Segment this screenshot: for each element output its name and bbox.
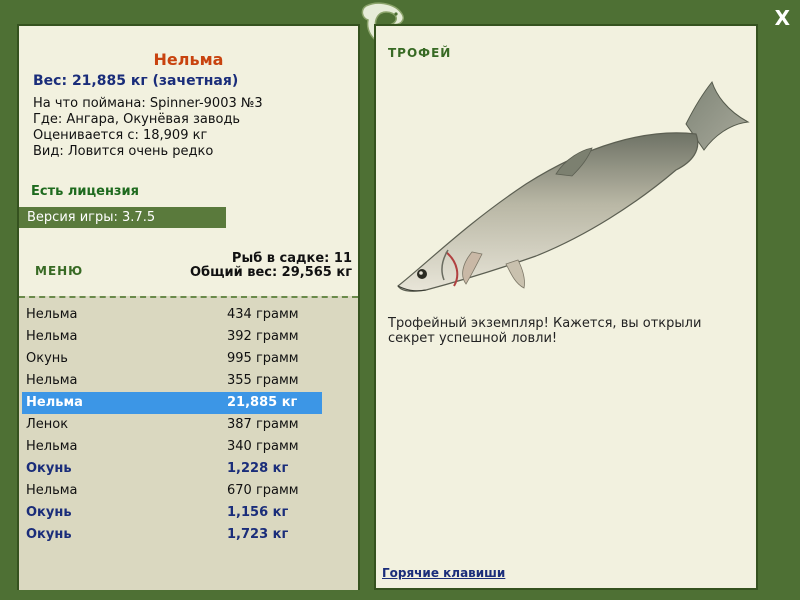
catch-fish-name: Окунь: [26, 505, 72, 520]
catch-fish-weight: 355 грамм: [227, 373, 299, 388]
fish-info-panel: Нельма Вес: 21,885 кг (зачетная) На что …: [17, 24, 360, 590]
catch-fish-weight: 1,723 кг: [227, 527, 289, 542]
catch-fish-name: Окунь: [26, 527, 72, 542]
trophy-description: Трофейный экземпляр! Кажется, вы открыли…: [388, 316, 702, 346]
catch-fish-weight: 434 грамм: [227, 307, 299, 322]
hotkeys-link[interactable]: Горячие клавиши: [382, 566, 505, 580]
game-version-bar: Версия игры: 3.7.5: [19, 207, 226, 228]
catch-fish-weight: 1,228 кг: [227, 461, 289, 476]
catch-fish-name: Нельма: [26, 307, 78, 322]
rarity-text: Вид: Ловится очень редко: [33, 144, 214, 159]
catch-list-item[interactable]: Нельма 434 грамм: [22, 304, 322, 326]
catch-fish-weight: 387 грамм: [227, 417, 299, 432]
trophy-panel: ТРОФЕЙ Трофейный экземпляр! Кажется, вы …: [374, 24, 758, 590]
license-status: Есть лицензия: [31, 184, 139, 199]
location-text: Где: Ангара, Окунёвая заводь: [33, 112, 241, 127]
catch-list-item[interactable]: Нельма 355 грамм: [22, 370, 322, 392]
keepnet-stats: Рыб в садке: 11 Общий вес: 29,565 кг: [190, 252, 352, 280]
catch-list-item[interactable]: Ленок 387 грамм: [22, 414, 322, 436]
catch-list-item[interactable]: Нельма 392 грамм: [22, 326, 322, 348]
catch-list-item[interactable]: Окунь 1,228 кг: [22, 458, 322, 480]
catch-list-item[interactable]: Нельма 670 грамм: [22, 480, 322, 502]
catch-fish-weight: 340 грамм: [227, 439, 299, 454]
catch-list-item[interactable]: Окунь 995 грамм: [22, 348, 322, 370]
catch-fish-weight: 392 грамм: [227, 329, 299, 344]
catch-fish-name: Нельма: [26, 395, 83, 410]
catch-list-item[interactable]: Окунь 1,723 кг: [22, 524, 322, 546]
catch-fish-weight: 21,885 кг: [227, 395, 298, 410]
caught-with-text: На что поймана: Spinner-9003 №3: [33, 96, 263, 111]
catch-fish-name: Окунь: [26, 461, 72, 476]
catch-fish-weight: 670 грамм: [227, 483, 299, 498]
catch-fish-name: Нельма: [26, 373, 78, 388]
total-weight: Общий вес: 29,565 кг: [189, 265, 352, 280]
catch-list-item[interactable]: Нельма 340 грамм: [22, 436, 322, 458]
catch-list-item[interactable]: Нельма 21,885 кг: [22, 392, 322, 414]
menu-button[interactable]: МЕНЮ: [35, 264, 83, 278]
nelma-fish-image: [397, 80, 750, 292]
catch-fish-name: Нельма: [26, 329, 78, 344]
catch-fish-name: Нельма: [26, 439, 78, 454]
fish-weight: Вес: 21,885 кг (зачетная): [33, 73, 239, 89]
valued-text: Оценивается с: 18,909 кг: [33, 128, 208, 143]
catch-fish-name: Ленок: [26, 417, 69, 432]
catch-list-item[interactable]: Окунь 1,156 кг: [22, 502, 322, 524]
catch-fish-name: Нельма: [26, 483, 78, 498]
game-window: X Нельма Вес: 21,885 кг (зачетная) На чт…: [0, 0, 800, 600]
close-icon[interactable]: X: [775, 6, 790, 30]
catch-fish-weight: 995 грамм: [227, 351, 299, 366]
catch-fish-name: Окунь: [26, 351, 68, 366]
catch-list: Нельма 434 грамм Нельма 392 грамм Окунь 995 г…: [19, 296, 358, 590]
catch-fish-weight: 1,156 кг: [227, 505, 289, 520]
fish-name-title: Нельма: [153, 50, 224, 69]
fish-count: Рыб в садке: 11: [231, 251, 352, 266]
